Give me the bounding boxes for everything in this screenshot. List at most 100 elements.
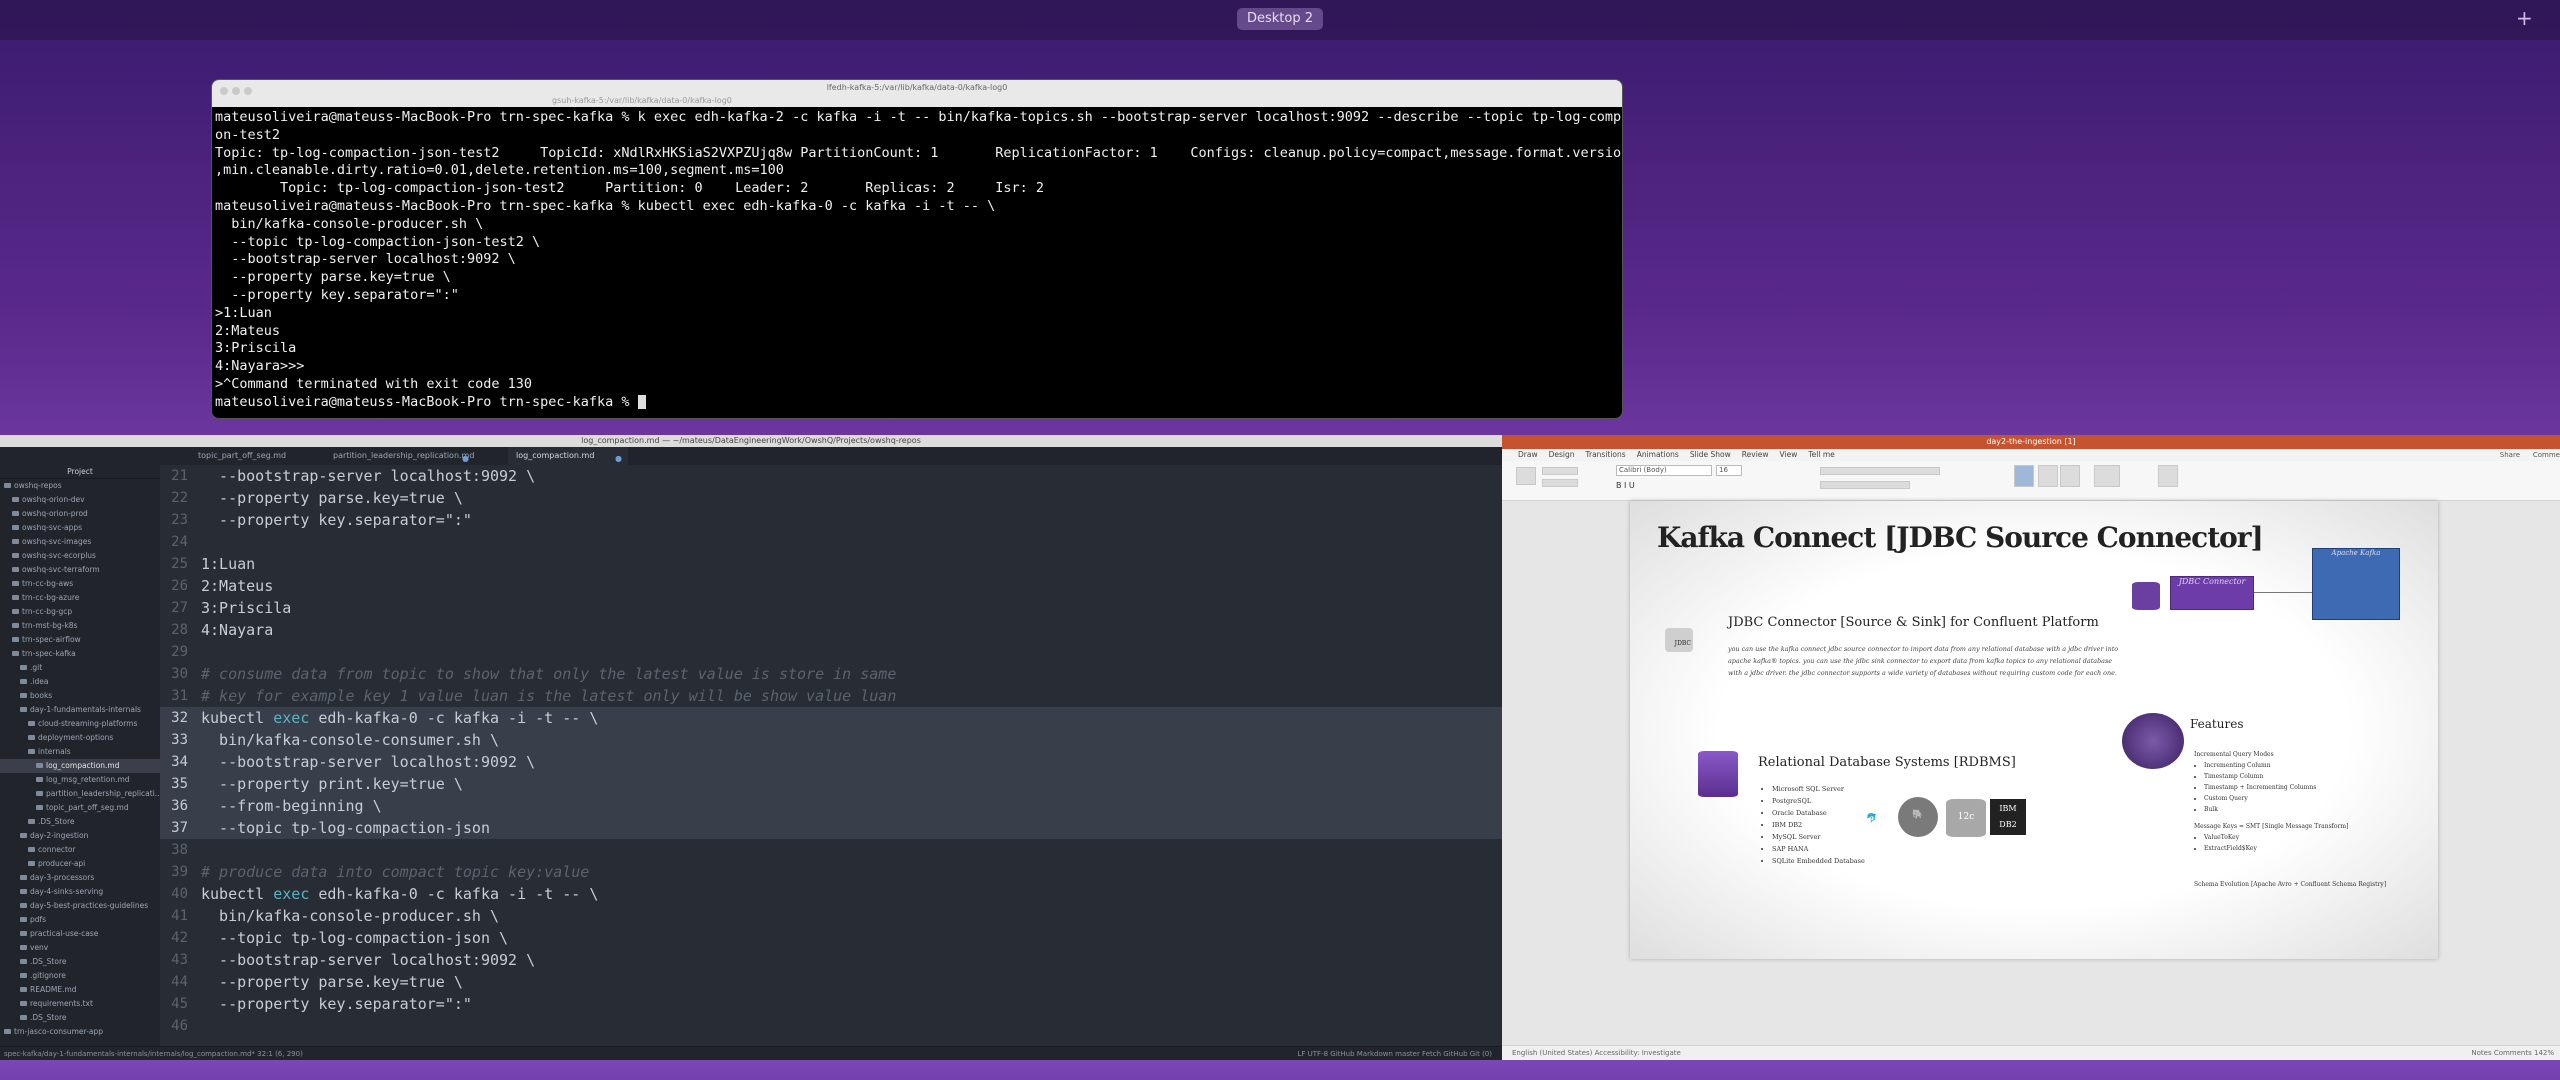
code-line[interactable]: 33 bin/kafka-console-consumer.sh \ bbox=[160, 729, 1502, 751]
tree-item[interactable]: owshq-svc-apps bbox=[0, 521, 160, 535]
code-line[interactable]: 25 1:Luan bbox=[160, 553, 1502, 575]
tree-item[interactable]: venv bbox=[0, 941, 160, 955]
terminal-output[interactable]: mateusoliveira@mateuss-MacBook-Pro trn-s… bbox=[212, 107, 1622, 414]
tree-item[interactable]: README.md bbox=[0, 983, 160, 997]
tree-item[interactable]: topic_part_off_seg.md bbox=[0, 801, 160, 815]
tree-item[interactable]: trn-mst-bg-k8s bbox=[0, 619, 160, 633]
code-line[interactable]: 31 # key for example key 1 value luan is … bbox=[160, 685, 1502, 707]
code-line[interactable]: 24 bbox=[160, 531, 1502, 553]
rdbms-title[interactable]: Relational Database Systems [RDBMS] bbox=[1758, 755, 2016, 770]
reset-button[interactable] bbox=[1542, 467, 1578, 475]
tree-item[interactable]: deployment-options bbox=[0, 731, 160, 745]
tree-item[interactable]: trn-spec-airflow bbox=[0, 633, 160, 647]
tab-log-compaction[interactable]: log_compaction.md ● bbox=[508, 447, 628, 465]
code-line[interactable]: 40 kubectl exec edh-kafka-0 -c kafka -i -… bbox=[160, 883, 1502, 905]
database-list[interactable]: Microsoft SQL ServerPostgreSQLOracle Dat… bbox=[1772, 783, 1865, 867]
code-line[interactable]: 38 bbox=[160, 839, 1502, 861]
code-line[interactable]: 41 bin/kafka-console-producer.sh \ bbox=[160, 905, 1502, 927]
tree-item[interactable]: trn-cc-bg-aws bbox=[0, 577, 160, 591]
text-box-icon[interactable] bbox=[2060, 465, 2080, 487]
tree-item[interactable]: owshq-svc-terraform bbox=[0, 563, 160, 577]
code-line[interactable]: 46 bbox=[160, 1015, 1502, 1037]
bold-italic-underline-buttons[interactable]: B I U bbox=[1616, 481, 1635, 490]
tree-item[interactable]: producer-api bbox=[0, 857, 160, 871]
code-line[interactable]: 32 kubectl exec edh-kafka-0 -c kafka -i -… bbox=[160, 707, 1502, 729]
tree-item[interactable]: trn-cc-bg-azure bbox=[0, 591, 160, 605]
code-line[interactable]: 35 --property print.key=true \ bbox=[160, 773, 1502, 795]
tree-item[interactable]: .gitignore bbox=[0, 969, 160, 983]
tree-item[interactable]: .DS_Store bbox=[0, 815, 160, 829]
code-area[interactable]: 21 --bootstrap-server localhost:9092 \ 22… bbox=[160, 465, 1502, 1046]
schema-evolution[interactable]: Schema Evolution [Apache Avro + Confluen… bbox=[2194, 881, 2386, 888]
tree-item[interactable]: trn-cc-bg-gcp bbox=[0, 605, 160, 619]
tree-item[interactable]: .git bbox=[0, 661, 160, 675]
code-line[interactable]: 45 --property key.separator=":" bbox=[160, 993, 1502, 1015]
slide-canvas[interactable]: Kafka Connect [JDBC Source Connector] JD… bbox=[1502, 501, 2560, 1045]
terminal-tab[interactable]: gsuh-kafka-5:/var/lib/kafka/data-0/kafka… bbox=[552, 96, 732, 105]
tree-item[interactable]: partition_leadership_replicati... bbox=[0, 787, 160, 801]
tree-item[interactable]: log_msg_retention.md bbox=[0, 773, 160, 787]
tree-item[interactable]: practical-use-case bbox=[0, 927, 160, 941]
code-line[interactable]: 37 --topic tp-log-compaction-json bbox=[160, 817, 1502, 839]
tree-item[interactable]: owshq-svc-images bbox=[0, 535, 160, 549]
code-line[interactable]: 44 --property parse.key=true \ bbox=[160, 971, 1502, 993]
share-button[interactable]: Share bbox=[2500, 451, 2520, 459]
terminal-window[interactable]: lfedh-kafka-5:/var/lib/kafka/data-0/kafk… bbox=[211, 79, 1623, 419]
tree-item[interactable]: requirements.txt bbox=[0, 997, 160, 1011]
ribbon-tab[interactable]: View bbox=[1780, 450, 1798, 459]
code-line[interactable]: 27 3:Priscila bbox=[160, 597, 1502, 619]
slide-description[interactable]: you can use the kafka connect jdbc sourc… bbox=[1728, 643, 2123, 679]
layout-icon[interactable] bbox=[1516, 467, 1536, 485]
ribbon-tab[interactable]: Transitions bbox=[1586, 450, 1626, 459]
tree-item[interactable]: .DS_Store bbox=[0, 1011, 160, 1025]
tree-item[interactable]: pdfs bbox=[0, 913, 160, 927]
tree-item[interactable]: trn-spec-kafka bbox=[0, 647, 160, 661]
tree-item[interactable]: day-5-best-practices-guidelines bbox=[0, 899, 160, 913]
desktop-space-label[interactable]: Desktop 2 bbox=[1237, 8, 1323, 30]
project-tree[interactable]: Project owshq-repos owshq-orion-dev owshq-… bbox=[0, 465, 160, 1046]
tree-item[interactable]: .DS_Store bbox=[0, 955, 160, 969]
tree-item[interactable]: day-4-sinks-serving bbox=[0, 885, 160, 899]
tree-item[interactable]: books bbox=[0, 689, 160, 703]
tree-item[interactable]: day-2-ingestion bbox=[0, 829, 160, 843]
comments-button[interactable]: Comme bbox=[2533, 451, 2560, 459]
tree-item[interactable]: owshq-repos bbox=[0, 479, 160, 493]
slide-subtitle[interactable]: JDBC Connector [Source & Sink] for Confl… bbox=[1728, 615, 2099, 630]
code-line[interactable]: 36 --from-beginning \ bbox=[160, 795, 1502, 817]
ribbon-tab[interactable]: Draw bbox=[1518, 450, 1538, 459]
slide[interactable]: Kafka Connect [JDBC Source Connector] JD… bbox=[1630, 501, 2438, 959]
code-line[interactable]: 21 --bootstrap-server localhost:9092 \ bbox=[160, 465, 1502, 487]
list-buttons[interactable] bbox=[1820, 467, 1940, 475]
code-line[interactable]: 42 --topic tp-log-compaction-json \ bbox=[160, 927, 1502, 949]
atom-editor-window[interactable]: log_compaction.md — ~/mateus/DataEnginee… bbox=[0, 435, 1502, 1060]
slide-title[interactable]: Kafka Connect [JDBC Source Connector] bbox=[1657, 521, 2264, 554]
code-line[interactable]: 28 4:Nayara bbox=[160, 619, 1502, 641]
shapes-icon[interactable] bbox=[2038, 465, 2058, 487]
code-line[interactable]: 34 --bootstrap-server localhost:9092 \ bbox=[160, 751, 1502, 773]
picture-icon[interactable] bbox=[2014, 465, 2034, 487]
tree-item[interactable]: cloud-streaming-platforms bbox=[0, 717, 160, 731]
ppt-status-left[interactable]: English (United States) Accessibility: I… bbox=[1512, 1046, 1681, 1060]
tree-item[interactable]: day-3-processors bbox=[0, 871, 160, 885]
tree-item[interactable]: trn-jasco-consumer-app bbox=[0, 1025, 160, 1039]
tree-item[interactable]: connector bbox=[0, 843, 160, 857]
ribbon-tab[interactable]: Slide Show bbox=[1690, 450, 1731, 459]
arrange-icon[interactable] bbox=[2094, 465, 2120, 487]
tree-item[interactable]: owshq-orion-prod bbox=[0, 507, 160, 521]
code-line[interactable]: 23 --property key.separator=":" bbox=[160, 509, 1502, 531]
code-line[interactable]: 39 # produce data into compact topic key:… bbox=[160, 861, 1502, 883]
features-list[interactable]: Incremental Query Modes Incrementing Col… bbox=[2194, 749, 2348, 854]
powerpoint-window[interactable]: day2-the-ingestion [1] Draw Design Transit… bbox=[1502, 435, 2560, 1060]
align-buttons[interactable] bbox=[1820, 481, 1910, 489]
design-ideas-icon[interactable] bbox=[2158, 465, 2178, 487]
code-line[interactable]: 26 2:Mateus bbox=[160, 575, 1502, 597]
tree-item[interactable]: owshq-orion-dev bbox=[0, 493, 160, 507]
ppt-status-right[interactable]: Notes Comments 142% bbox=[2471, 1046, 2554, 1060]
code-line[interactable]: 22 --property parse.key=true \ bbox=[160, 487, 1502, 509]
tree-item[interactable]: day-1-fundamentals-internals bbox=[0, 703, 160, 717]
ribbon-tab[interactable]: Animations bbox=[1637, 450, 1679, 459]
status-file-path[interactable]: spec-kafka/day-1-fundamentals-internals/… bbox=[4, 1047, 303, 1060]
code-line[interactable]: 30 # consume data from topic to show that… bbox=[160, 663, 1502, 685]
status-right[interactable]: LF UTF-8 GitHub Markdown master Fetch Gi… bbox=[1298, 1047, 1493, 1060]
add-space-icon[interactable]: + bbox=[2516, 6, 2533, 30]
